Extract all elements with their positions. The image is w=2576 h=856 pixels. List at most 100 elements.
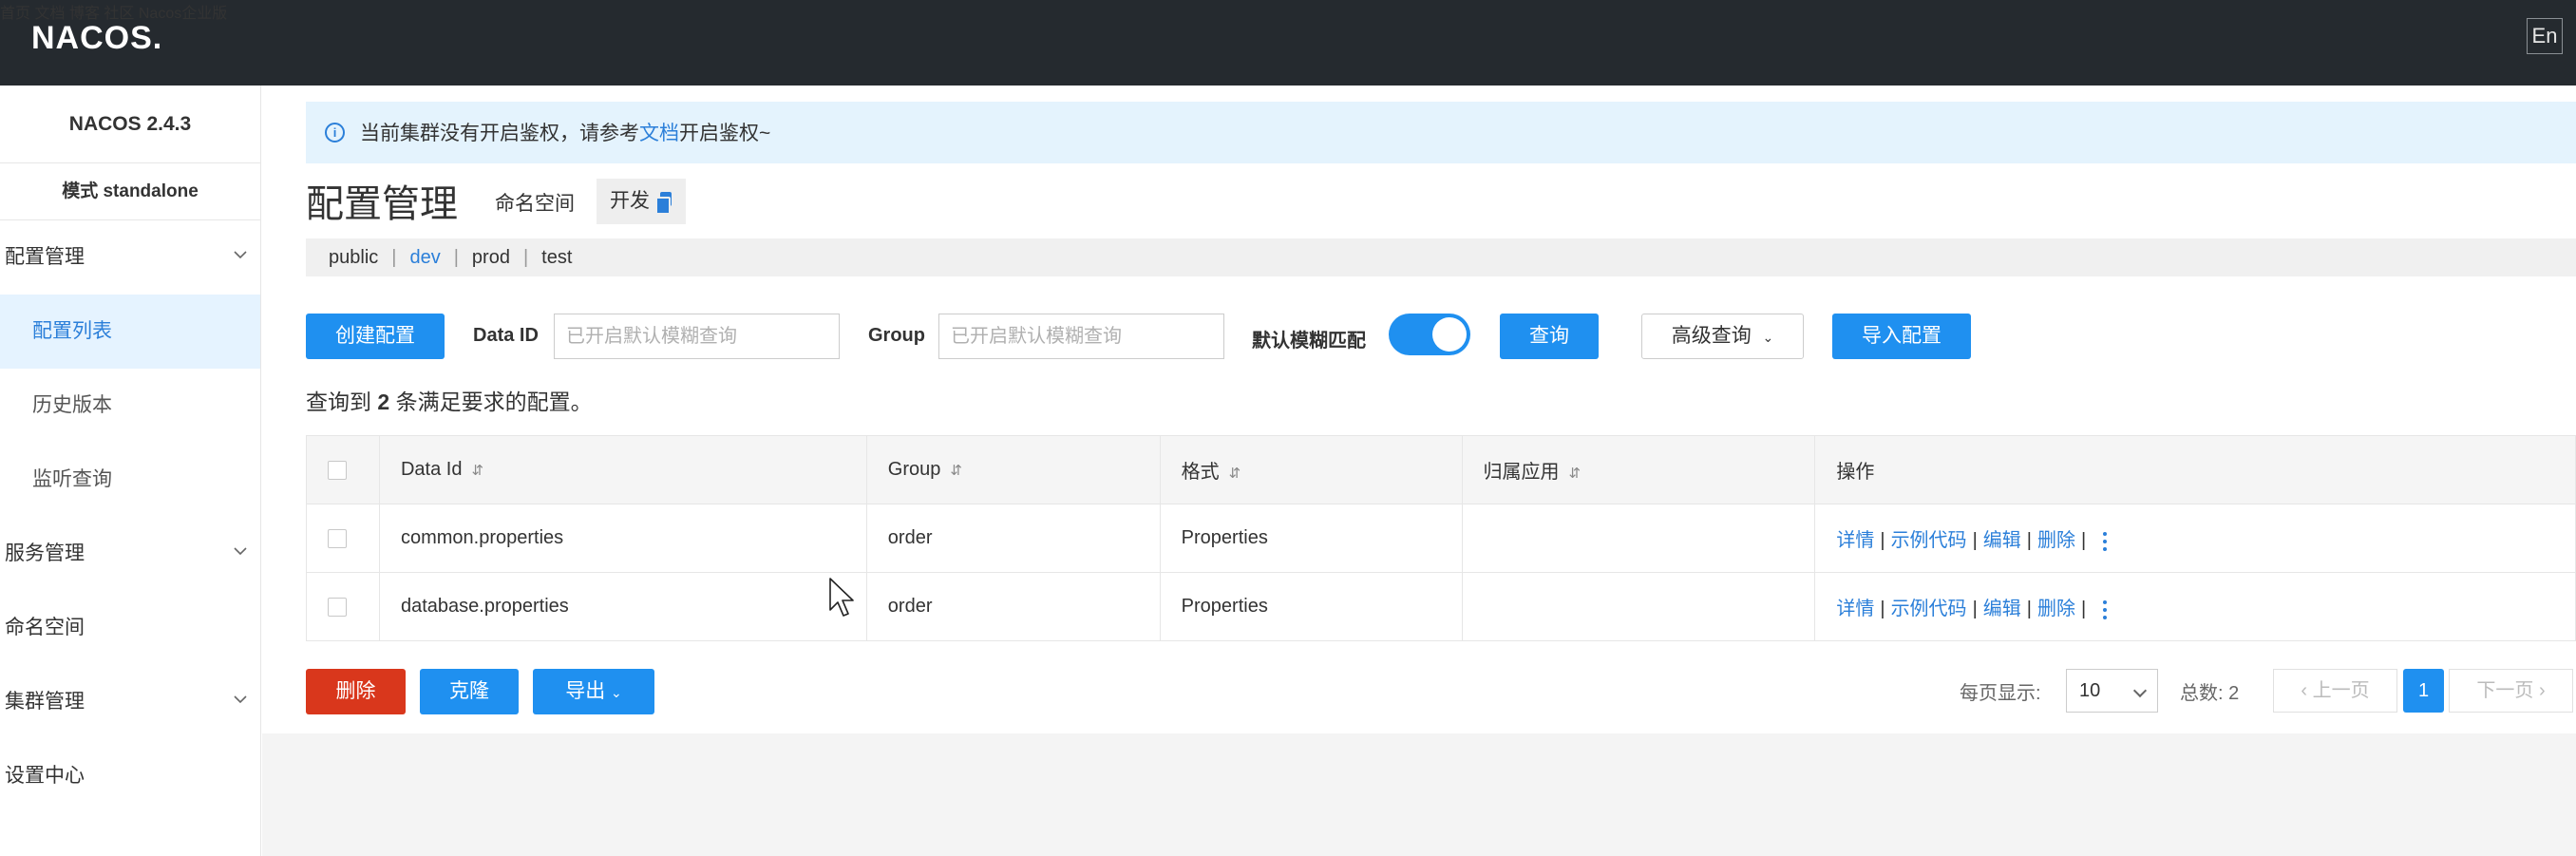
sample-code-link[interactable]: 示例代码 xyxy=(1891,599,1967,619)
sort-icon[interactable]: ⇵ xyxy=(950,463,962,479)
data-id-label: Data ID xyxy=(473,325,539,346)
more-options-icon[interactable] xyxy=(2103,599,2108,619)
alert-text-before: 当前集群没有开启鉴权，请参考 xyxy=(360,123,639,144)
select-all-checkbox[interactable] xyxy=(328,460,347,480)
tab-separator: | xyxy=(453,247,459,268)
advanced-query-button[interactable]: 高级查询 ⌄ xyxy=(1641,314,1804,359)
more-options-icon[interactable] xyxy=(2103,531,2108,551)
chevron-right-icon: › xyxy=(2538,680,2546,701)
cell-data-id: database.properties xyxy=(378,572,867,641)
sidebar-item-settings[interactable]: 设置中心 xyxy=(0,739,260,813)
group-input[interactable]: 已开启默认模糊查询 xyxy=(938,314,1224,359)
column-label: Group xyxy=(887,459,941,480)
nacos-logo[interactable]: NACOS. xyxy=(31,19,162,57)
next-page-label: 下一页 xyxy=(2476,680,2534,701)
cell-app xyxy=(1461,572,1816,641)
sidebar-item-history[interactable]: 历史版本 xyxy=(0,369,260,443)
row-select-cell xyxy=(306,572,380,641)
clone-button[interactable]: 克隆 xyxy=(420,669,519,714)
sidebar-item-config-list[interactable]: 配置列表 xyxy=(0,295,260,369)
sort-icon[interactable]: ⇵ xyxy=(471,463,483,479)
nav-home-link[interactable]: 首页 xyxy=(0,6,30,22)
edit-link[interactable]: 编辑 xyxy=(1983,530,2021,551)
advanced-query-label: 高级查询 xyxy=(1671,325,1752,347)
alert-text: 当前集群没有开启鉴权，请参考文档开启鉴权~ xyxy=(360,118,770,146)
config-table: Data Id ⇵ Group ⇵ 格式 ⇵ 归属应用 ⇵ 操作 common.prop… xyxy=(306,435,2576,641)
table-row: database.properties order Properties 详情 |… xyxy=(306,572,2576,641)
fuzzy-match-label: 默认模糊匹配 xyxy=(1252,331,1366,352)
mode-label: 模式 standalone xyxy=(0,163,260,220)
table-header-row: Data Id ⇵ Group ⇵ 格式 ⇵ 归属应用 ⇵ 操作 xyxy=(306,435,2576,504)
prev-page-label: 上一页 xyxy=(2312,680,2370,701)
import-config-button[interactable]: 导入配置 xyxy=(1832,314,1971,359)
page-1-button[interactable]: 1 xyxy=(2403,669,2444,713)
detail-link[interactable]: 详情 xyxy=(1836,530,1874,551)
chevron-down-icon xyxy=(234,695,247,704)
result-summary: 查询到 2 条满足要求的配置。 xyxy=(306,384,593,416)
bulk-delete-button[interactable]: 删除 xyxy=(306,669,406,714)
column-label: 归属应用 xyxy=(1483,462,1560,483)
result-prefix: 查询到 xyxy=(306,390,371,414)
sidebar: NACOS 2.4.3 模式 standalone 配置管理 配置列表 历史版本… xyxy=(0,86,261,856)
data-id-input[interactable]: 已开启默认模糊查询 xyxy=(554,314,840,359)
fuzzy-match-toggle[interactable] xyxy=(1389,314,1470,355)
create-config-button[interactable]: 创建配置 xyxy=(306,314,445,359)
mouse-cursor-icon xyxy=(829,578,854,617)
namespace-tabs: public | dev | prod | test xyxy=(306,238,2576,276)
version-label: NACOS 2.4.3 xyxy=(0,86,260,163)
prev-page-button[interactable]: ‹ 上一页 xyxy=(2273,669,2397,713)
chevron-down-icon xyxy=(234,547,247,556)
header-select-cell xyxy=(306,435,380,504)
sort-icon[interactable]: ⇵ xyxy=(1229,466,1241,482)
chevron-down-icon xyxy=(2132,683,2148,698)
column-header-data-id[interactable]: Data Id ⇵ xyxy=(378,435,867,504)
namespace-tab-dev[interactable]: dev xyxy=(409,238,440,276)
column-header-app[interactable]: 归属应用 ⇵ xyxy=(1461,435,1816,504)
sidebar-item-listener-query[interactable]: 监听查询 xyxy=(0,443,260,517)
table-row: common.properties order Properties 详情 | 示例… xyxy=(306,504,2576,573)
tab-separator: | xyxy=(522,247,529,268)
row-checkbox[interactable] xyxy=(328,597,347,617)
page-size-select[interactable]: 10 xyxy=(2066,669,2158,713)
cell-format: Properties xyxy=(1159,572,1463,641)
cell-actions: 详情 | 示例代码 | 编辑 | 删除 | xyxy=(1814,572,2576,641)
sort-icon[interactable]: ⇵ xyxy=(1569,466,1582,482)
delete-link[interactable]: 删除 xyxy=(2037,530,2075,551)
cell-actions: 详情 | 示例代码 | 编辑 | 删除 | xyxy=(1814,504,2576,573)
namespace-tab-test[interactable]: test xyxy=(541,238,572,276)
footer-area xyxy=(262,733,2576,856)
detail-link[interactable]: 详情 xyxy=(1836,599,1874,619)
page-title: 配置管理 xyxy=(306,183,458,225)
per-page-label: 每页显示: xyxy=(1960,683,2041,704)
sidebar-item-service-management[interactable]: 服务管理 xyxy=(0,517,260,591)
namespace-tab-public[interactable]: public xyxy=(329,238,378,276)
column-header-format[interactable]: 格式 ⇵ xyxy=(1159,435,1463,504)
total-count: 总数: 2 xyxy=(2180,683,2240,704)
delete-link[interactable]: 删除 xyxy=(2037,599,2075,619)
language-switch-button[interactable]: En xyxy=(2527,18,2563,54)
sidebar-item-namespace[interactable]: 命名空间 xyxy=(0,591,260,665)
row-checkbox[interactable] xyxy=(328,528,347,548)
sidebar-item-label: 服务管理 xyxy=(5,542,85,564)
export-label: 导出 xyxy=(565,680,606,702)
cell-app xyxy=(1461,504,1816,573)
query-button[interactable]: 查询 xyxy=(1500,314,1599,359)
sidebar-item-cluster-management[interactable]: 集群管理 xyxy=(0,665,260,739)
result-suffix: 条满足要求的配置。 xyxy=(395,390,593,414)
edit-link[interactable]: 编辑 xyxy=(1983,599,2021,619)
sidebar-item-label: 集群管理 xyxy=(5,691,85,713)
namespace-tab-prod[interactable]: prod xyxy=(472,238,510,276)
cell-data-id: common.properties xyxy=(378,504,867,573)
cell-group: order xyxy=(865,504,1161,573)
export-button[interactable]: 导出 ⌄ xyxy=(533,669,654,714)
column-label: 格式 xyxy=(1181,462,1220,483)
auth-alert: i 当前集群没有开启鉴权，请参考文档开启鉴权~ xyxy=(306,102,2576,163)
alert-docs-link[interactable]: 文档 xyxy=(639,123,679,144)
sample-code-link[interactable]: 示例代码 xyxy=(1891,530,1967,551)
copy-icon[interactable] xyxy=(655,192,672,215)
column-header-group[interactable]: Group ⇵ xyxy=(865,435,1161,504)
sidebar-item-config-management[interactable]: 配置管理 xyxy=(0,220,260,295)
namespace-badge: 开发 xyxy=(597,179,686,224)
next-page-button[interactable]: 下一页 › xyxy=(2449,669,2573,713)
group-label: Group xyxy=(868,325,925,346)
